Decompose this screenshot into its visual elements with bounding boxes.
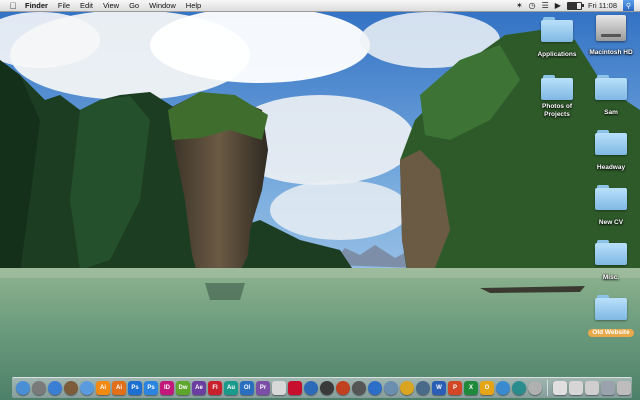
dock-app-icon[interactable] (32, 381, 46, 395)
dock-app-icon[interactable]: Ol (240, 381, 254, 395)
dock-app-icon[interactable]: O (480, 381, 494, 395)
dock-app-icon[interactable] (496, 381, 510, 395)
folder-icon (541, 17, 573, 43)
dock-app-icon[interactable]: Ai (112, 381, 126, 395)
bluetooth-icon[interactable]: ✶ (516, 0, 523, 11)
desktop-icon-label: Misc. (602, 274, 620, 281)
dock-app-icon[interactable] (272, 381, 286, 395)
desktop-icon-label: Photos of Projects (542, 103, 572, 118)
dock-app-icon[interactable] (352, 381, 366, 395)
dock-stack-icon[interactable] (585, 381, 599, 395)
menu-extras: ✶ ◷ ☰ ▶ Fri 11:08 ⚲ (516, 0, 640, 11)
desktop-icon-old-website[interactable]: Old Website (582, 295, 640, 339)
dock-app-icon[interactable] (288, 381, 302, 395)
dock-app-icon[interactable] (512, 381, 526, 395)
dock-app-icon[interactable]: P (448, 381, 462, 395)
volume-icon[interactable]: ▶ (555, 0, 561, 11)
wifi-icon[interactable]: ☰ (542, 0, 549, 11)
spotlight-icon[interactable]: ⚲ (623, 0, 634, 11)
desktop-icon-headway[interactable]: Headway (582, 130, 640, 174)
hard-drive-icon (596, 15, 626, 41)
dock-stack-icon[interactable] (569, 381, 583, 395)
folder-icon (595, 75, 627, 101)
menu-view[interactable]: View (98, 0, 124, 11)
dock-app-icon[interactable]: Ps (128, 381, 142, 395)
desktop-icon-misc[interactable]: Misc. (582, 240, 640, 284)
menu-go[interactable]: Go (124, 0, 144, 11)
apple-menu-icon[interactable]:  (6, 1, 20, 11)
dock-app-icon[interactable] (64, 381, 78, 395)
dock-stack-icon[interactable] (601, 381, 615, 395)
menu-clock[interactable]: Fri 11:08 (588, 0, 617, 11)
folder-icon (595, 295, 627, 321)
dock-app-icon[interactable] (48, 381, 62, 395)
dock-app-icon[interactable] (320, 381, 334, 395)
dock-app-icon[interactable] (368, 381, 382, 395)
dock-app-icon[interactable]: Fl (208, 381, 222, 395)
dock-app-icon[interactable] (304, 381, 318, 395)
dock-app-icon[interactable] (416, 381, 430, 395)
desktop-icon-label: Headway (596, 164, 626, 171)
dock: Ai Ai Ps Ps ID Dw Ae Fl Au Ol Pr W P X O (12, 377, 632, 398)
dock-app-icon[interactable] (384, 381, 398, 395)
desktop-icon-label: Applications (537, 51, 577, 58)
folder-icon (595, 240, 627, 266)
menu-help[interactable]: Help (181, 0, 206, 11)
folder-icon (541, 75, 573, 101)
dock-app-icon[interactable] (336, 381, 350, 395)
desktop-icon-macintosh-hd[interactable]: Macintosh HD (582, 15, 640, 59)
dock-app-icon[interactable]: Ps (144, 381, 158, 395)
folder-icon (595, 130, 627, 156)
trash-icon[interactable] (617, 381, 631, 395)
dock-app-icon[interactable]: Dw (176, 381, 190, 395)
menu-app-finder[interactable]: Finder (20, 0, 53, 11)
dock-app-icon[interactable]: Pr (256, 381, 270, 395)
desktop-icon-label: New CV (598, 219, 624, 226)
menu-file[interactable]: File (53, 0, 75, 11)
dock-app-icon[interactable]: W (432, 381, 446, 395)
dock-stack-icon[interactable] (553, 381, 567, 395)
desktop-icon-label: Old Website (588, 329, 634, 337)
dock-app-icon[interactable] (400, 381, 414, 395)
desktop-icon-photos-of-projects[interactable]: Photos of Projects (528, 75, 586, 121)
desktop-icon-label: Sam (604, 109, 618, 116)
menu-window[interactable]: Window (144, 0, 181, 11)
desktop-icon-applications[interactable]: Applications (528, 17, 586, 61)
dock-app-icon[interactable]: Ae (192, 381, 206, 395)
menu-bar:  Finder File Edit View Go Window Help ✶… (0, 0, 640, 12)
desktop-icon-new-cv[interactable]: New CV (582, 185, 640, 229)
dock-app-icon[interactable]: ID (160, 381, 174, 395)
time-machine-icon[interactable]: ◷ (529, 0, 536, 11)
desktop-icon-sam[interactable]: Sam (582, 75, 640, 119)
dock-app-icon[interactable] (528, 381, 542, 395)
dock-separator (547, 380, 548, 396)
desktop-icon-label: Macintosh HD (589, 49, 633, 56)
dock-app-icon[interactable]: X (464, 381, 478, 395)
folder-icon (595, 185, 627, 211)
dock-app-icon[interactable] (16, 381, 30, 395)
dock-app-icon[interactable]: Ai (96, 381, 110, 395)
menu-edit[interactable]: Edit (75, 0, 98, 11)
dock-app-icon[interactable] (80, 381, 94, 395)
dock-app-icon[interactable]: Au (224, 381, 238, 395)
battery-icon[interactable] (566, 1, 584, 10)
